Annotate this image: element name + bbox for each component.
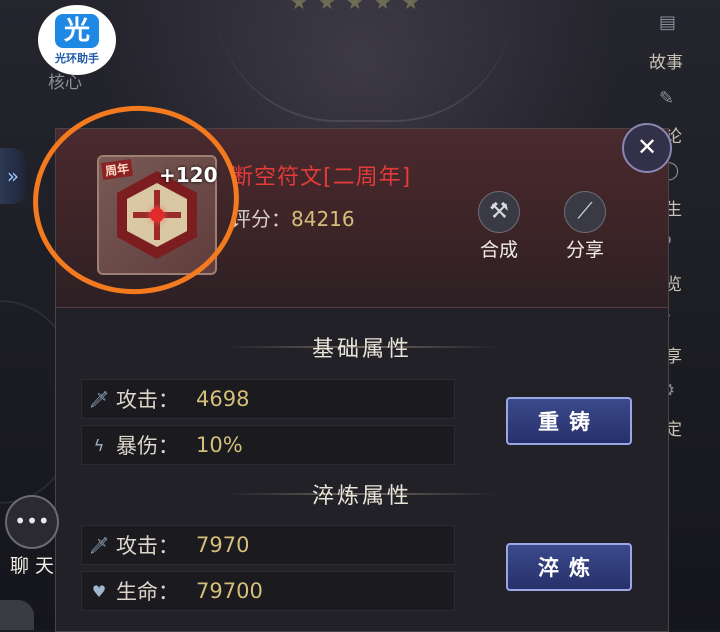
chat-button[interactable]: ••• 聊 天 bbox=[4, 495, 60, 578]
anvil-icon: ⚒ bbox=[478, 191, 520, 233]
stat-row-health: ♥ 生命： 79700 bbox=[81, 571, 455, 611]
refine-button[interactable]: 淬炼 bbox=[506, 543, 632, 591]
share-icon: ⟋ bbox=[564, 191, 606, 233]
stat-label: 攻击： bbox=[116, 534, 179, 558]
rune-name: 断空符文[二周年] bbox=[231, 165, 412, 190]
combine-button[interactable]: ⚒ 合成 bbox=[468, 191, 530, 262]
stat-row-attack: 🗡 攻击： 7970 bbox=[81, 525, 455, 565]
stat-value: 10% bbox=[196, 433, 243, 457]
star-rating-icon: ★★★★★ bbox=[290, 0, 430, 14]
corner-tab[interactable] bbox=[0, 600, 34, 630]
logo-mark: 光 bbox=[55, 14, 99, 48]
combine-label: 合成 bbox=[479, 239, 518, 261]
stat-row-crit-damage: ϟ 暴伤： 10% bbox=[81, 425, 455, 465]
book-icon: ▤ bbox=[659, 12, 677, 33]
stat-row-attack: 🗡 攻击： 4698 bbox=[81, 379, 455, 419]
score-value: 84216 bbox=[291, 207, 355, 231]
side-nav-item-story[interactable]: 故事 bbox=[649, 48, 683, 73]
share-button[interactable]: ⟋ 分享 bbox=[554, 191, 616, 262]
lightning-icon: ϟ bbox=[93, 435, 105, 455]
stat-value: 7970 bbox=[196, 533, 250, 557]
rune-score: 评分：84216 bbox=[231, 203, 355, 232]
logo-text: 光环助手 bbox=[55, 52, 99, 65]
stat-value: 4698 bbox=[196, 387, 250, 411]
sword-icon: 🗡 bbox=[88, 389, 110, 409]
stat-value: 79700 bbox=[196, 579, 263, 603]
sword-icon: 🗡 bbox=[88, 535, 110, 555]
chat-bubble-icon: ••• bbox=[5, 495, 59, 549]
background-label: 核心 bbox=[48, 73, 82, 93]
section-title-basic: 基础属性 bbox=[311, 337, 412, 362]
close-icon[interactable]: ✕ bbox=[622, 123, 672, 173]
share-label: 分享 bbox=[565, 239, 604, 261]
stat-label: 暴伤： bbox=[116, 434, 179, 458]
quill-icon: ✎ bbox=[659, 88, 675, 109]
chat-label: 聊 天 bbox=[9, 555, 55, 577]
stat-label: 攻击： bbox=[116, 388, 179, 412]
section-title-refine: 淬炼属性 bbox=[311, 484, 412, 509]
assistant-logo[interactable]: 光 光环助手 bbox=[38, 5, 116, 75]
stat-label: 生命： bbox=[116, 580, 179, 604]
recast-button[interactable]: 重铸 bbox=[506, 397, 632, 445]
expand-arrow-icon[interactable]: » bbox=[0, 148, 26, 204]
heart-icon: ♥ bbox=[91, 581, 107, 601]
score-label: 评分： bbox=[231, 207, 291, 231]
